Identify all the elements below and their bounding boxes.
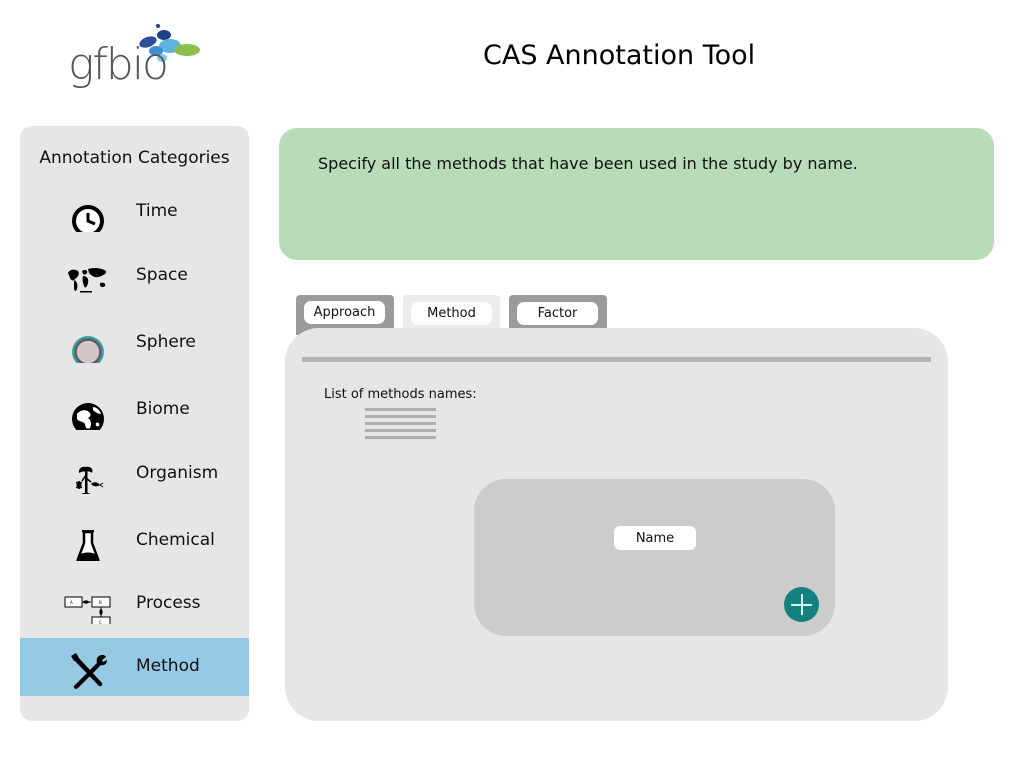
- app-title: CAS Annotation Tool: [483, 40, 756, 71]
- panel-divider: [302, 357, 931, 362]
- methods-list: [365, 408, 436, 443]
- logo-text: gfbio: [68, 39, 169, 90]
- tab-label: Approach: [304, 301, 385, 324]
- world-map-icon: [64, 256, 107, 296]
- clock-icon: [64, 192, 104, 237]
- organism-icon: [64, 454, 104, 495]
- sidebar-item-label: Method: [136, 656, 200, 676]
- svg-text:A: A: [70, 600, 73, 605]
- sidebar-item-process[interactable]: A B C Process: [20, 575, 249, 633]
- instruction-text: Specify all the methods that have been u…: [318, 154, 858, 173]
- sidebar-item-label: Biome: [136, 399, 190, 419]
- tab-label: Method: [411, 302, 492, 325]
- sidebar-item-label: Time: [136, 201, 178, 221]
- tab-label: Factor: [517, 302, 598, 325]
- sidebar-title: Annotation Categories: [39, 148, 230, 168]
- gfbio-logo: gfbio: [66, 18, 206, 90]
- method-name-input[interactable]: [614, 526, 696, 550]
- sphere-icon: [64, 323, 104, 368]
- list-item: [365, 408, 436, 411]
- process-diagram-icon: A B C: [64, 584, 111, 628]
- sidebar-item-space[interactable]: Space: [20, 247, 249, 305]
- sidebar-item-label: Sphere: [136, 332, 196, 352]
- globe-icon: [64, 390, 104, 435]
- method-panel: List of methods names:: [285, 328, 948, 721]
- flask-icon: [64, 521, 104, 566]
- sidebar-item-method[interactable]: Method: [20, 638, 249, 696]
- sidebar-item-organism[interactable]: Organism: [20, 445, 249, 503]
- sidebar-item-sphere[interactable]: Sphere: [20, 314, 249, 372]
- instruction-box: Specify all the methods that have been u…: [279, 128, 994, 260]
- tools-icon: [64, 647, 107, 689]
- sidebar-item-label: Organism: [136, 463, 219, 483]
- list-item: [365, 436, 436, 439]
- sidebar-item-time[interactable]: Time: [20, 183, 249, 241]
- svg-text:B: B: [99, 600, 102, 605]
- svg-text:C: C: [99, 620, 102, 624]
- add-method-box: [474, 479, 835, 636]
- list-item: [365, 422, 436, 425]
- add-method-button[interactable]: [784, 587, 819, 622]
- methods-list-label: List of methods names:: [324, 387, 477, 402]
- sidebar-item-label: Space: [136, 265, 188, 285]
- sidebar-item-chemical[interactable]: Chemical: [20, 512, 249, 570]
- sidebar-item-label: Chemical: [136, 530, 215, 550]
- annotation-categories-sidebar: Annotation Categories Time Space Sphere …: [20, 126, 249, 721]
- list-item: [365, 429, 436, 432]
- sidebar-item-label: Process: [136, 593, 201, 613]
- list-item: [365, 415, 436, 418]
- sidebar-item-biome[interactable]: Biome: [20, 381, 249, 439]
